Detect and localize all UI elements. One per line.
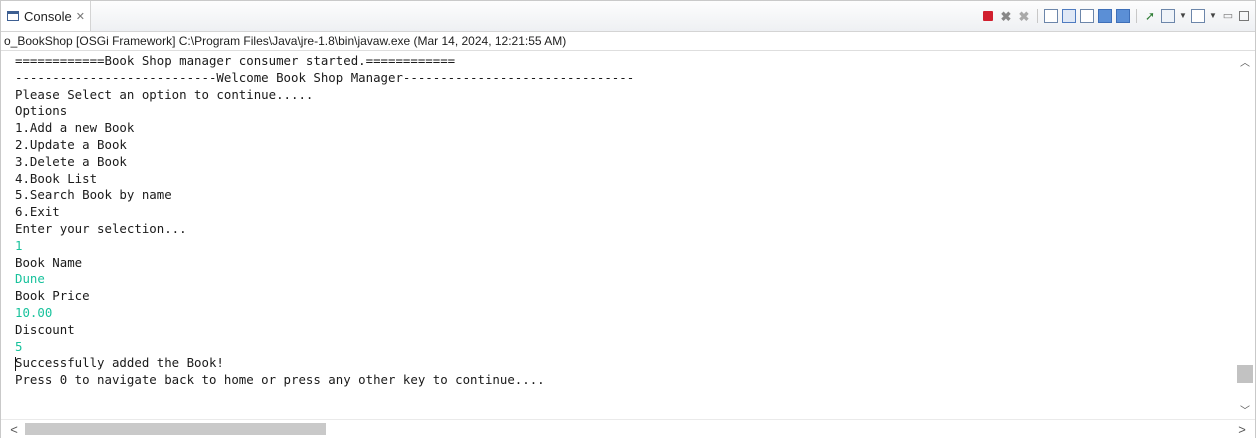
remove-launch-icon[interactable]: ✖ [999, 9, 1013, 23]
console-output-line: Options [15, 103, 68, 119]
vertical-scroll-thumb[interactable] [1237, 365, 1253, 384]
scroll-lock-icon[interactable] [1062, 9, 1076, 23]
open-console-icon[interactable] [1191, 9, 1205, 23]
console-input-line: 10.00 [15, 304, 53, 320]
chevron-up-icon[interactable]: ︿ [1235, 53, 1255, 69]
console-output-line: 4.Book List [15, 170, 98, 186]
console-output-line: ---------------------------Welcome Book … [15, 69, 635, 85]
text-caret [15, 356, 16, 371]
console-output-line: 6.Exit [15, 204, 60, 220]
pin-console-icon[interactable]: ➚ [1143, 9, 1157, 23]
clear-console-icon[interactable] [1044, 9, 1058, 23]
console-toolbar: ✖ ✖ ➚ ▼ ▼ ▭ [981, 8, 1249, 24]
minimize-icon[interactable]: ▭ [1221, 9, 1235, 23]
console-output-line: 3.Delete a Book [15, 153, 127, 169]
show-on-stderr-icon[interactable] [1116, 9, 1130, 23]
console-output-line: Successfully added the Book! [15, 355, 224, 371]
console-output-line: Press 0 to navigate back to home or pres… [15, 372, 545, 388]
toolbar-separator [1037, 9, 1038, 23]
view-tab-bar: Console ✕ ✖ ✖ ➚ ▼ ▼ ▭ [1, 1, 1255, 32]
horizontal-scrollbar[interactable]: < > [1, 419, 1255, 438]
console-output-line: Discount [15, 321, 75, 337]
process-description: o_BookShop [OSGi Framework] C:\Program F… [4, 34, 567, 48]
console-input-line: Dune [15, 271, 45, 287]
console-output-line: Book Name [15, 254, 83, 270]
console-output-line: Please Select an option to continue..... [15, 86, 314, 102]
chevron-down-icon[interactable]: ▼ [1179, 9, 1187, 23]
horizontal-scroll-thumb[interactable] [25, 423, 326, 435]
chevron-right-icon[interactable]: > [1233, 420, 1251, 438]
vertical-scrollbar[interactable]: ︿ ﹀ [1235, 51, 1255, 419]
console-output-line: 5.Search Book by name [15, 187, 172, 203]
close-icon[interactable]: ✕ [76, 10, 85, 23]
header-divider [1, 50, 1255, 51]
toolbar-separator [1136, 9, 1137, 23]
console-output-line: Book Price [15, 288, 90, 304]
tab-console[interactable]: Console ✕ [1, 1, 91, 31]
terminate-icon[interactable] [983, 11, 993, 21]
console-output-line: 2.Update a Book [15, 136, 127, 152]
display-selected-console-icon[interactable] [1161, 9, 1175, 23]
tab-label: Console [24, 8, 72, 24]
show-on-stdout-icon[interactable] [1098, 9, 1112, 23]
chevron-down-icon[interactable]: ▼ [1209, 9, 1217, 23]
console-input-line: 5 [15, 338, 23, 354]
word-wrap-icon[interactable] [1080, 9, 1094, 23]
console-output[interactable]: ============Book Shop manager consumer s… [15, 53, 1225, 413]
chevron-left-icon[interactable]: < [5, 420, 23, 438]
console-view: Console ✕ ✖ ✖ ➚ ▼ ▼ ▭ o_BookShop [OSGi F… [0, 0, 1256, 438]
console-output-line: ============Book Shop manager consumer s… [15, 53, 456, 68]
console-input-line: 1 [15, 237, 23, 253]
remove-all-terminated-icon[interactable]: ✖ [1017, 9, 1031, 23]
maximize-icon[interactable] [1239, 11, 1249, 21]
console-output-line: 1.Add a new Book [15, 120, 135, 136]
console-icon [7, 11, 19, 21]
chevron-down-icon[interactable]: ﹀ [1235, 401, 1255, 417]
console-output-line: Enter your selection... [15, 220, 187, 236]
